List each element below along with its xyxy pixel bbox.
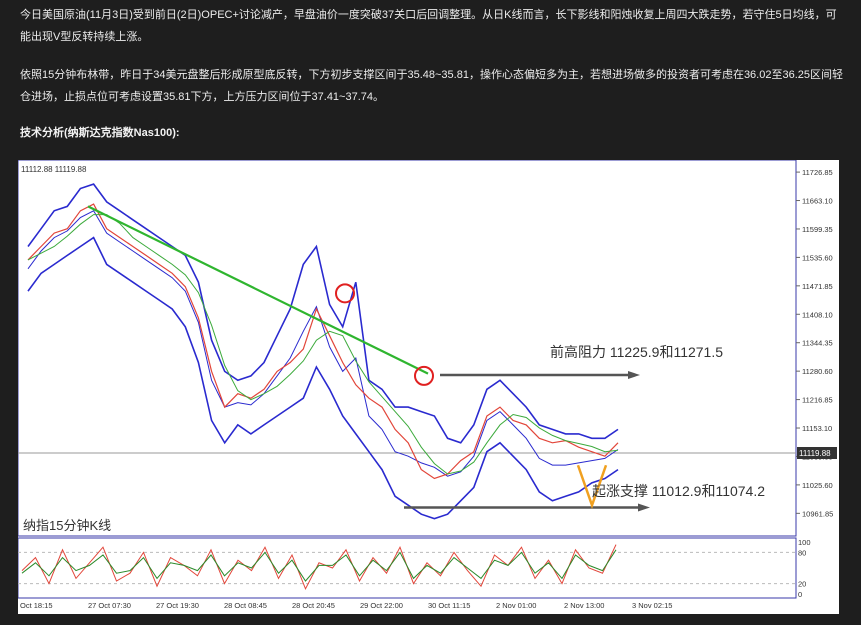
y-axis: 11726.85 11663.10 11599.35 11535.60 11471.85…	[796, 168, 833, 518]
oscillator-frame	[18, 537, 797, 599]
article-paragraph-2: 依照15分钟布林带，昨日于34美元盘整后形成原型底反转，下方初步支撑区间于35.…	[20, 69, 843, 103]
y-tick-label: 11471.85	[802, 282, 833, 291]
chart-bottom-label: 纳指15分钟K线	[23, 518, 111, 533]
section-subheading: 技术分析(纳斯达克指数Nas100):	[20, 127, 180, 139]
y-tick-label: 11153.10	[802, 424, 832, 433]
y-tick-label: 11344.35	[802, 339, 833, 348]
y-tick-label: 11599.35	[802, 225, 833, 234]
oscillator-tick-label: 80	[798, 548, 806, 557]
x-tick-label: 29 Oct 22:00	[360, 601, 403, 610]
x-tick-label: 27 Oct 07:30	[88, 601, 131, 610]
x-axis: Oct 18:15 27 Oct 07:30 27 Oct 19:30 28 Oct …	[20, 601, 672, 610]
resistance-label: 前高阻力 11225.9和11271.5	[550, 344, 723, 360]
y-tick-label: 11663.10	[802, 197, 833, 206]
x-tick-label: 30 Oct 11:15	[428, 601, 470, 610]
x-tick-label: 2 Nov 01:00	[496, 601, 536, 610]
x-tick-label: Oct 18:15	[20, 601, 53, 610]
y-tick-label: 11535.60	[802, 253, 833, 262]
x-tick-label: 28 Oct 20:45	[292, 601, 335, 610]
nasdaq-15min-chart: 11726.85 11663.10 11599.35 11535.60 11471.85…	[18, 160, 839, 614]
y-tick-label: 11726.85	[802, 168, 833, 177]
chart-canvas: 11726.85 11663.10 11599.35 11535.60 11471.85…	[18, 160, 837, 610]
y-tick-label: 11408.10	[802, 310, 833, 319]
y-tick-label: 11025.60	[802, 481, 833, 490]
oscillator-tick-label: 0	[798, 590, 802, 599]
header-values: 11112.88 11119.88	[21, 165, 87, 174]
oscillator-tick-label: 20	[798, 580, 806, 589]
y-tick-label: 10961.85	[802, 509, 833, 518]
x-tick-label: 3 Nov 02:15	[632, 601, 672, 610]
support-label: 起涨支撑 11012.9和11074.2	[592, 483, 765, 499]
y-tick-label: 11216.85	[802, 396, 833, 405]
oscillator-tick-label: 100	[798, 538, 811, 547]
article-paragraph-1: 今日美国原油(11月3日)受到前日(2日)OPEC+讨论减产，早盘油价一度突破3…	[20, 9, 837, 43]
current-price-text: 11119.88	[799, 449, 831, 458]
y-tick-label: 11280.60	[802, 367, 833, 376]
x-tick-label: 2 Nov 13:00	[564, 601, 604, 610]
x-tick-label: 27 Oct 19:30	[156, 601, 199, 610]
x-tick-label: 28 Oct 08:45	[224, 601, 267, 610]
